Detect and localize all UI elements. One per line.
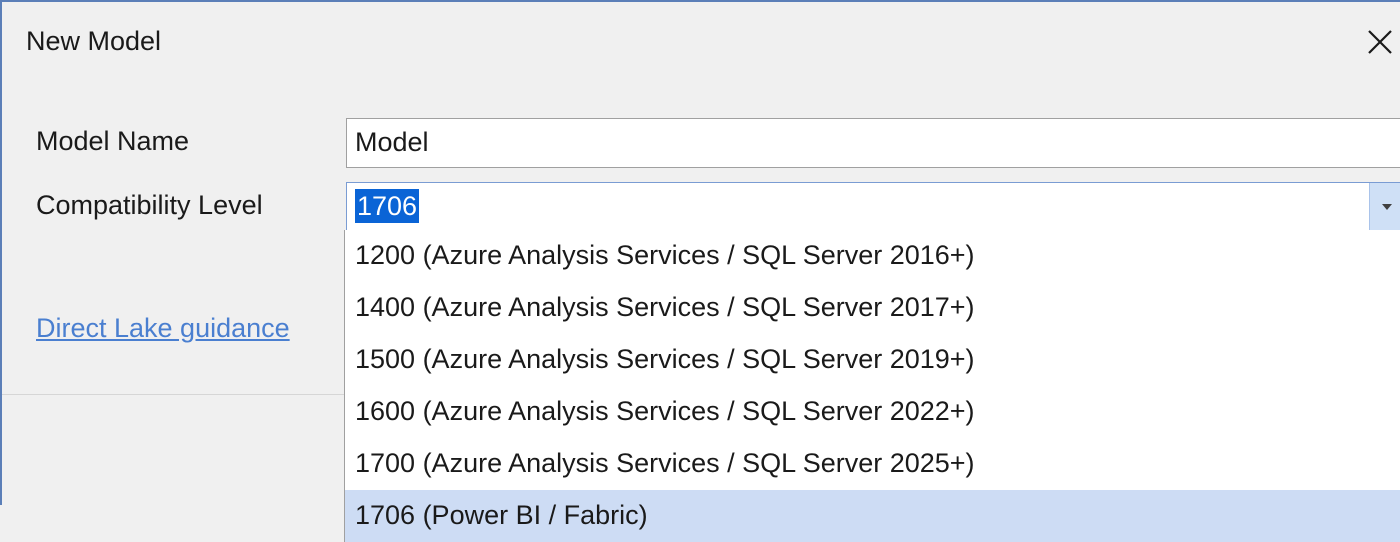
model-name-label: Model Name [36,126,190,156]
dialog-title: New Model [26,26,162,56]
compatibility-level-dropdown-list: 1200 (Azure Analysis Services / SQL Serv… [344,230,1400,542]
dropdown-toggle-button[interactable] [1369,183,1400,231]
model-name-input[interactable]: Model [346,118,1400,168]
dropdown-option[interactable]: 1400 (Azure Analysis Services / SQL Serv… [345,282,1400,334]
chevron-down-icon [1382,204,1392,210]
dropdown-option[interactable]: 1700 (Azure Analysis Services / SQL Serv… [345,438,1400,490]
direct-lake-guidance-link[interactable]: Direct Lake guidance [36,313,290,344]
dropdown-option[interactable]: 1500 (Azure Analysis Services / SQL Serv… [345,334,1400,386]
dropdown-option[interactable]: 1200 (Azure Analysis Services / SQL Serv… [345,230,1400,282]
close-icon [1368,30,1392,54]
compatibility-level-value[interactable]: 1706 [355,189,420,223]
dropdown-option[interactable]: 1706 (Power BI / Fabric) [345,490,1400,542]
compatibility-level-combobox[interactable]: 1706 [346,182,1400,232]
dropdown-option[interactable]: 1600 (Azure Analysis Services / SQL Serv… [345,386,1400,438]
compatibility-level-label: Compatibility Level [36,190,263,220]
close-button[interactable] [1358,20,1400,64]
